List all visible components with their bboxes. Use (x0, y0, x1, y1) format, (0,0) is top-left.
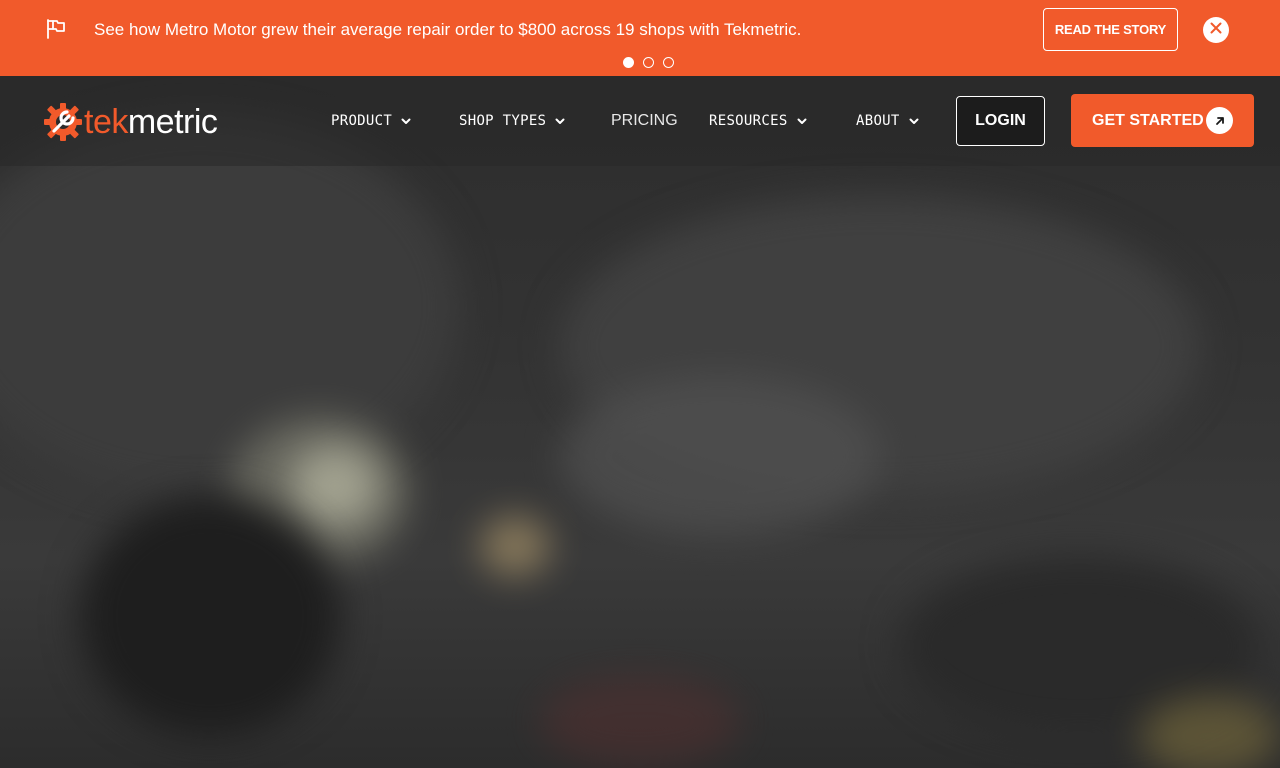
nav-item-about[interactable]: ABOUT (856, 110, 920, 132)
tekmetric-logo[interactable]: tekmetric (42, 100, 218, 144)
get-started-button[interactable]: GET STARTED (1071, 94, 1254, 147)
get-started-label: GET STARTED (1092, 111, 1204, 129)
nav-item-label: PRODUCT (331, 113, 393, 129)
close-icon (1210, 21, 1222, 39)
flag-icon (44, 17, 68, 41)
nav-item-resources[interactable]: RESOURCES (709, 110, 808, 132)
nav-item-pricing[interactable]: PRICING (611, 110, 678, 132)
nav-item-product[interactable]: PRODUCT (331, 110, 412, 132)
nav-item-shop-types[interactable]: SHOP TYPES (459, 110, 566, 132)
hero-background-image (0, 76, 1280, 768)
gear-wrench-icon (42, 101, 84, 143)
carousel-dot-1[interactable] (623, 57, 634, 68)
chevron-down-icon (401, 118, 411, 124)
nav-item-label: PRICING (611, 112, 678, 129)
login-button[interactable]: LOGIN (956, 96, 1045, 146)
carousel-dots (623, 57, 674, 68)
chevron-down-icon (909, 118, 919, 124)
read-the-story-button[interactable]: READ THE STORY (1043, 8, 1178, 51)
nav-item-label: ABOUT (856, 113, 900, 129)
carousel-dot-2[interactable] (643, 57, 654, 68)
nav-item-label: RESOURCES (709, 113, 788, 129)
announcement-banner: See how Metro Motor grew their average r… (0, 0, 1280, 76)
nav-item-label: SHOP TYPES (459, 113, 547, 129)
carousel-dot-3[interactable] (663, 57, 674, 68)
chevron-down-icon (555, 118, 565, 124)
close-banner-button[interactable] (1203, 17, 1229, 43)
banner-message: See how Metro Motor grew their average r… (94, 20, 802, 39)
logo-wordmark: tekmetric (84, 103, 218, 141)
arrow-up-right-icon (1206, 107, 1233, 134)
chevron-down-icon (797, 118, 807, 124)
